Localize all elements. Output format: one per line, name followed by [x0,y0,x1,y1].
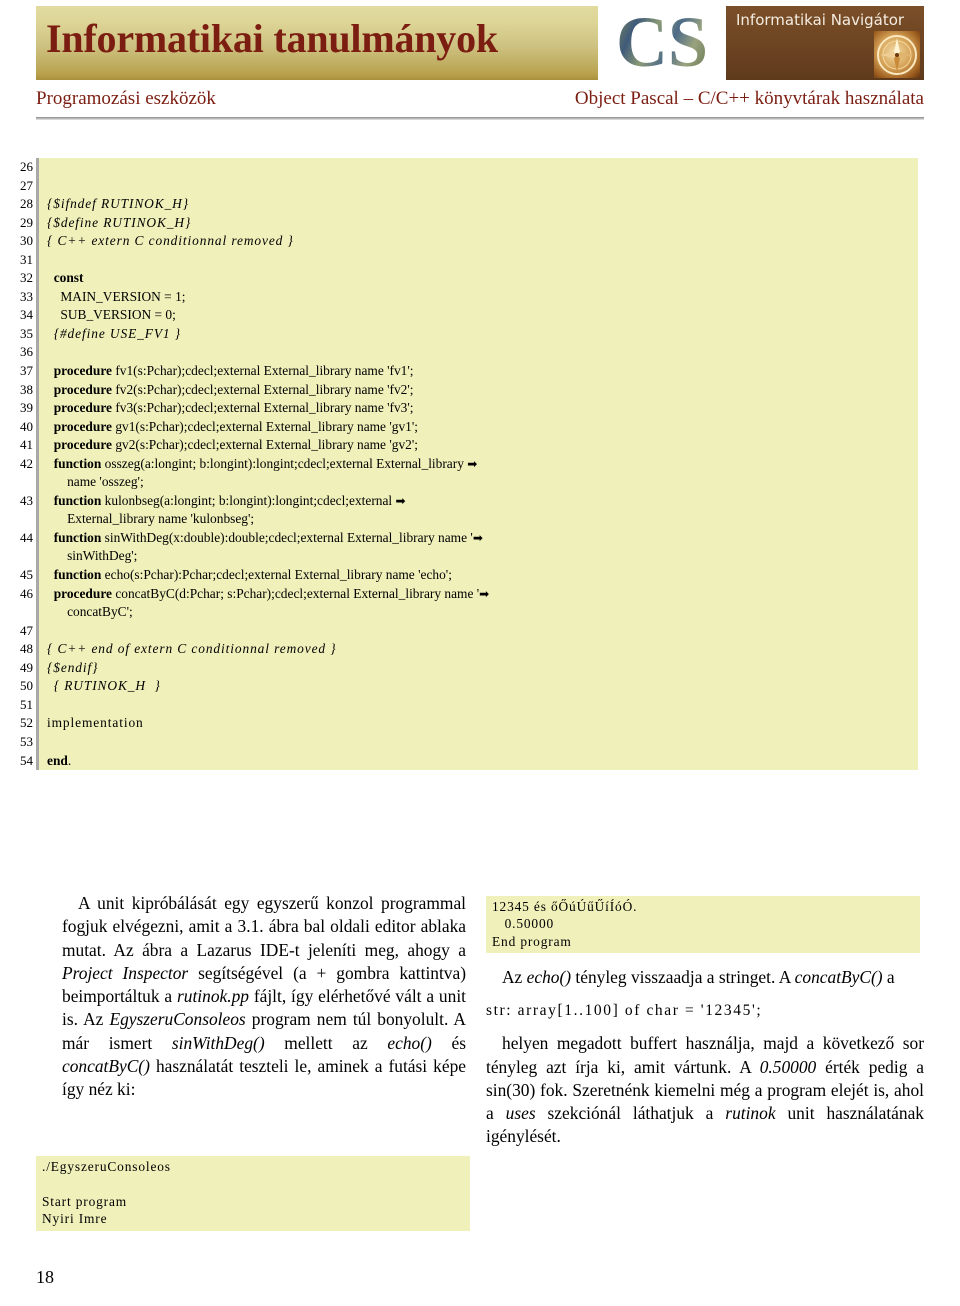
code-line: { C++ extern C conditionnal removed } [47,233,294,249]
line-number: 27 [20,177,33,193]
banner-title: Informatikai tanulmányok [46,16,498,61]
right-console-output: 12345 és őŐúÚűŰíÍóÓ. 0.50000 End program [486,896,920,954]
line-number: 35 [20,325,33,341]
code-line-continuation: name 'osszeg'; [47,474,144,490]
line-number: 31 [20,251,33,267]
code-line: const [53,270,84,286]
code-line: implementation [47,715,144,731]
line-number: 32 [20,270,33,286]
line-number: 53 [20,733,33,749]
cs-logo-mask: CS [598,6,726,80]
code-line-continuation: sinWithDeg'; [47,548,138,564]
banner-brown-panel: Informatikai Navigátor [726,6,924,80]
wrap-arrow-icon: ➡ [395,493,406,508]
code-line: SUB_VERSION = 0; [47,307,176,323]
wrap-arrow-icon: ➡ [472,530,483,545]
code-line: {$ifndef RUTINOK_H} [47,196,190,212]
cs-logo: CS [598,6,726,80]
right-text-column: Az echo() tényleg visszaadja a stringet.… [486,966,924,1149]
line-number: 41 [20,437,33,453]
code-line: end. [47,752,72,768]
line-number: 39 [20,400,33,416]
left-paragraph: A unit kipróbálását egy egyszerű konzol … [62,893,467,1100]
banner-gold-panel: Informatikai tanulmányok [36,6,598,80]
code-line: procedure gv1(s:Pchar);cdecl;external Ex… [53,418,418,434]
line-number: 26 [20,159,33,174]
code-line: MAIN_VERSION = 1; [47,288,186,304]
code-line-continuation: concatByC'; [47,604,133,620]
line-number: 34 [20,307,33,323]
right-paragraph-1: Az echo() tényleg visszaadja a stringet.… [502,967,895,987]
navigator-label: Informatikai Navigátor [736,11,905,29]
code-line: { RUTINOK_H } [53,678,161,694]
code-line: {$define RUTINOK_H} [47,214,192,230]
line-number-gutter: 26 27 28 29 30 31 32 33 34 35 36 37 38 3… [0,158,33,770]
line-number: 40 [20,418,33,434]
right-inline-code: str: array[1..100] of char = '12345'; [486,1002,763,1020]
code-line: function kulonbseg(a:longint; b:longint)… [53,492,406,508]
code-line: function echo(s:Pchar):Pchar;cdecl;exter… [53,567,452,583]
code-line: { C++ end of extern C conditionnal remov… [47,641,337,657]
page-number: 18 [36,1267,54,1287]
code-line: procedure gv2(s:Pchar);cdecl;external Ex… [53,437,418,453]
code-line: procedure concatByC(d:Pchar; s:Pchar);cd… [53,585,490,601]
line-number: 51 [20,696,33,712]
running-head: Programozási eszközök Object Pascal – C/… [36,88,924,114]
wrap-arrow-icon: ➡ [467,456,478,471]
line-number: 38 [20,381,33,397]
code-line: {#define USE_FV1 } [53,325,182,341]
line-number: 28 [20,196,33,212]
line-number: 36 [20,344,33,360]
code-line: procedure fv2(s:Pchar);cdecl;external Ex… [53,381,414,397]
line-number: 33 [20,288,33,304]
line-number: 30 [20,233,33,249]
line-number: 46 [20,585,33,601]
line-number: 54 [20,752,33,768]
code-line: procedure fv1(s:Pchar);cdecl;external Ex… [53,363,414,379]
left-console-output: ./EgyszeruConsoleos Start program Nyiri … [36,1156,470,1231]
page-banner: Informatikai tanulmányok CS Informatikai… [36,6,924,80]
left-text-column: A unit kipróbálását egy egyszerű konzol … [62,892,466,1102]
line-number: 45 [20,567,33,583]
running-head-left: Programozási eszközök [36,88,216,109]
line-number: 52 [20,715,33,731]
line-number: 29 [20,214,33,230]
line-number: 47 [20,622,33,638]
line-number: 43 [20,492,33,508]
code-line-continuation: External_library name 'kulonbseg'; [47,511,255,527]
code-line: {$endif} [47,659,99,675]
running-head-right: Object Pascal – C/C++ könyvtárak használ… [574,88,924,109]
code-line: function sinWithDeg(x:double):double;cde… [53,529,483,545]
line-number: 48 [20,641,33,657]
line-number: 44 [20,529,33,545]
line-number: 49 [20,659,33,675]
code-line: procedure fv3(s:Pchar);cdecl;external Ex… [53,400,414,416]
line-number: 50 [20,678,33,694]
line-number: 42 [20,455,33,471]
header-divider [36,117,924,120]
line-number: 37 [20,363,33,379]
code-listing-body: {$ifndef RUTINOK_H} {$define RUTINOK_H} … [36,158,918,771]
compass-icon [874,31,920,78]
wrap-arrow-icon: ➡ [479,586,490,601]
code-line: function osszeg(a:longint; b:longint):lo… [53,455,478,471]
right-paragraph-2: helyen megadott buffert használja, majd … [486,1033,924,1147]
